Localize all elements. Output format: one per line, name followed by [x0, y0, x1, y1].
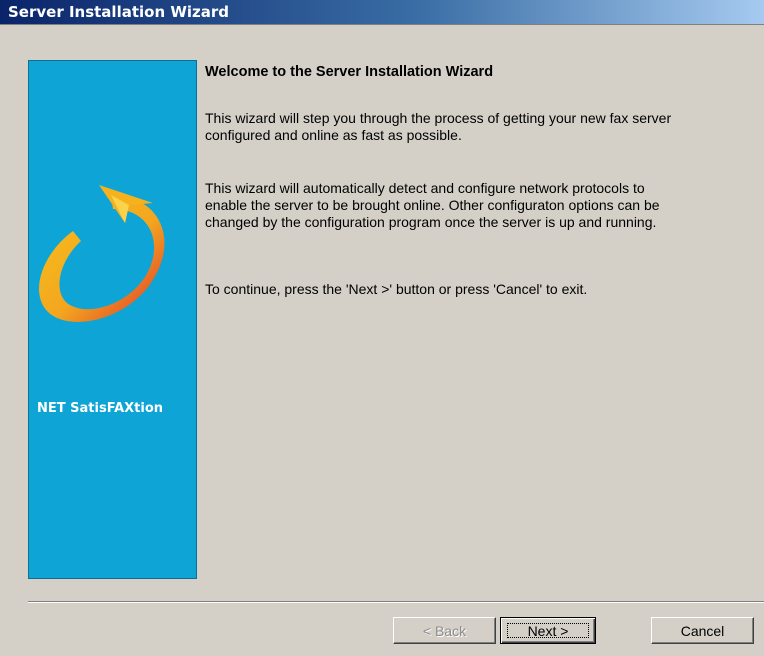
intro-paragraph: This wizard will step you through the pr… — [205, 110, 743, 144]
text-line: This wizard will automatically detect an… — [205, 180, 645, 196]
back-button-label: < Back — [422, 622, 467, 639]
cancel-button-label: Cancel — [680, 622, 725, 639]
cancel-button[interactable]: Cancel — [651, 617, 754, 644]
text-line: To continue, press the 'Next >' button o… — [205, 281, 588, 297]
continue-paragraph: To continue, press the 'Next >' button o… — [205, 281, 743, 298]
text-line: configured and online as fast as possibl… — [205, 127, 462, 143]
back-button[interactable]: < Back — [393, 617, 496, 644]
title-bar[interactable]: Server Installation Wizard — [0, 0, 764, 25]
wizard-banner: NET SatisFAXtion — [28, 60, 197, 579]
next-button[interactable]: Next > — [500, 617, 596, 644]
brand-name: NET SatisFAXtion — [37, 401, 164, 416]
button-separator — [28, 601, 764, 603]
text-line: changed by the configuration program onc… — [205, 214, 657, 230]
text-line: This wizard will step you through the pr… — [205, 110, 672, 126]
window-title: Server Installation Wizard — [8, 3, 230, 21]
protocol-paragraph: This wizard will automatically detect an… — [205, 180, 743, 231]
circular-arrow-icon — [39, 185, 165, 322]
page-title: Welcome to the Server Installation Wizar… — [205, 64, 494, 80]
next-button-label: Next > — [527, 622, 569, 639]
text-line: enable the server to be brought online. … — [205, 197, 660, 213]
